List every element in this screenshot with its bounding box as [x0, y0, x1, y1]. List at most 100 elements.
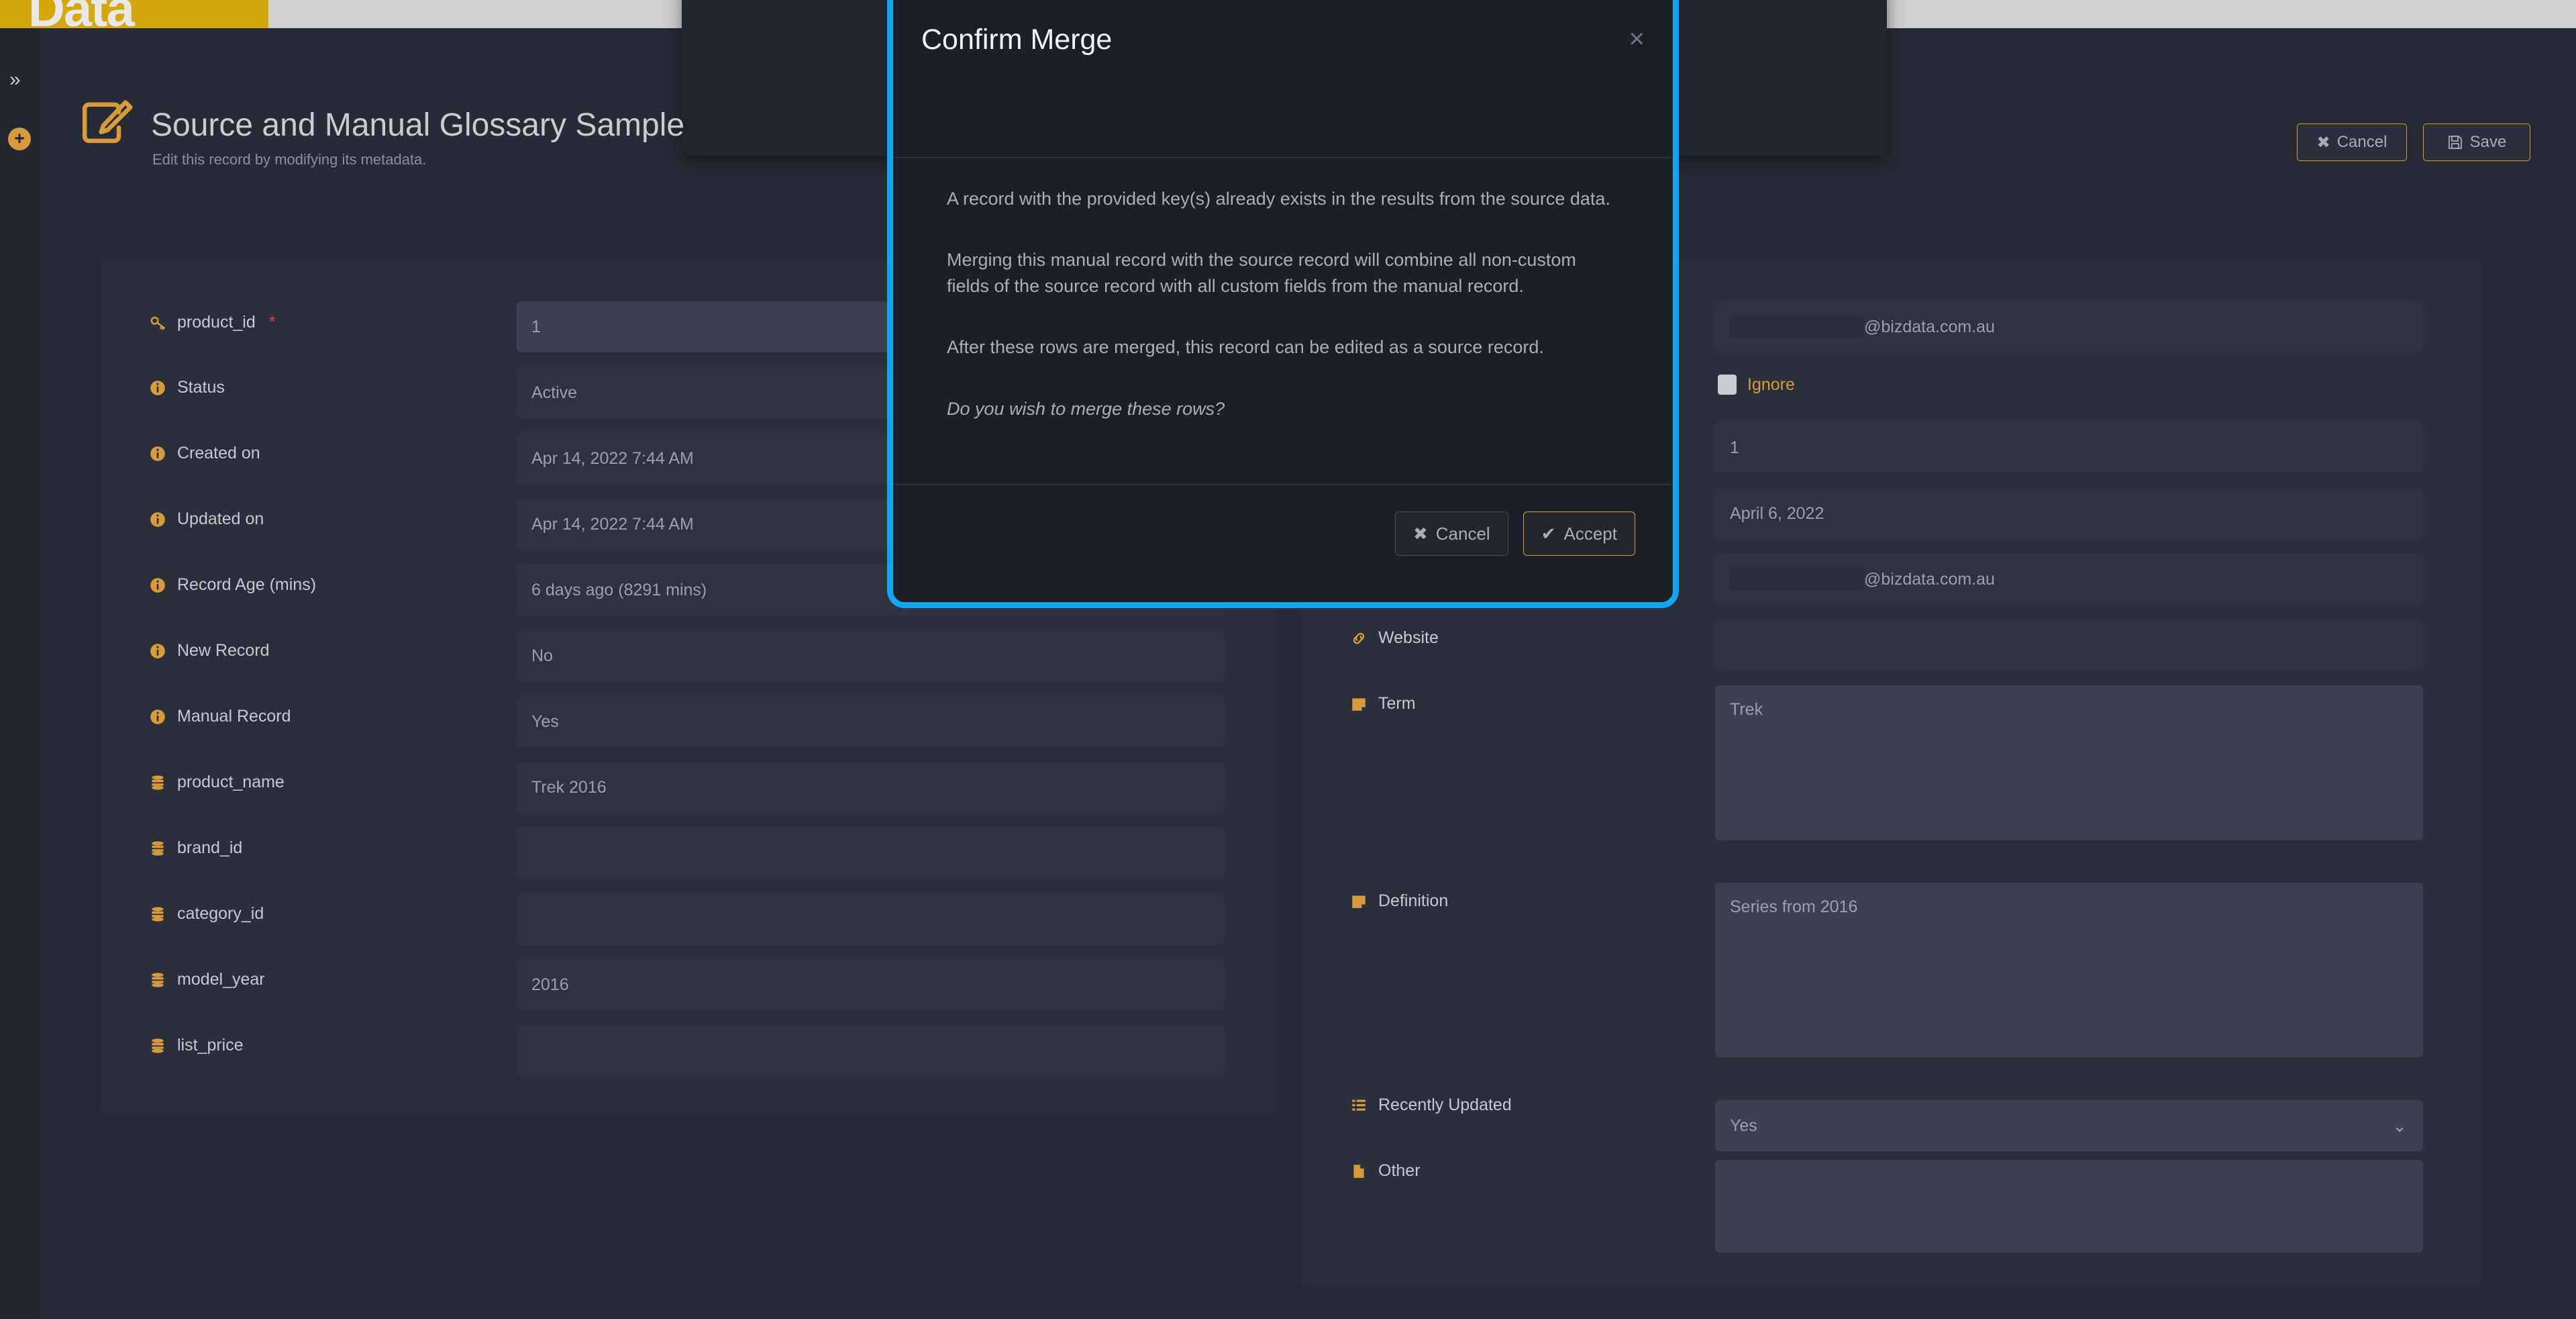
input-email-1[interactable]: @bizdata.com.au	[1715, 301, 2423, 352]
input-brand-id[interactable]	[517, 828, 1225, 879]
input-value: 6 days ago (8291 mins)	[531, 580, 707, 599]
input-value: @bizdata.com.au	[1864, 569, 1995, 589]
field-label-other: Other	[1350, 1161, 1421, 1181]
field-label-text: Manual Record	[177, 707, 291, 726]
input-date[interactable]: April 6, 2022	[1715, 488, 2423, 539]
field-label-text: product_name	[177, 773, 285, 791]
database-icon	[152, 775, 164, 790]
check-icon: ✔	[1541, 523, 1556, 544]
left-sidebar-rail: » +	[0, 28, 40, 1319]
field-label-text: Recently Updated	[1378, 1095, 1512, 1114]
input-new-record[interactable]: No	[517, 630, 1225, 681]
input-value: 2016	[531, 975, 569, 994]
input-value: April 6, 2022	[1730, 503, 1824, 523]
save-button-label: Save	[2469, 133, 2507, 151]
textarea-term[interactable]: Trek	[1715, 685, 2423, 840]
input-value: 1	[531, 317, 541, 336]
dialog-paragraph-1: A record with the provided key(s) alread…	[947, 189, 1610, 209]
input-product-name[interactable]: Trek 2016	[517, 762, 1225, 813]
input-website[interactable]	[1715, 620, 2423, 671]
field-label-list-price: list_price	[149, 1036, 244, 1055]
plus-circle-icon[interactable]: +	[8, 128, 31, 150]
dialog-header: Confirm Merge ×	[893, 0, 1673, 158]
field-label-brand-id: brand_id	[149, 838, 242, 858]
field-label-text: brand_id	[177, 838, 243, 857]
field-label-product-id: product_id *	[149, 313, 275, 332]
close-icon[interactable]: ×	[1629, 26, 1645, 52]
edit-record-icon	[82, 100, 133, 144]
field-label-website: Website	[1350, 628, 1439, 648]
file-icon	[1353, 1164, 1364, 1178]
note-icon	[1352, 895, 1366, 908]
floppy-disk-icon	[2448, 136, 2462, 149]
chevron-down-icon: ⌄	[2392, 1116, 2407, 1136]
select-recently-updated[interactable]: Yes ⌄	[1715, 1100, 2423, 1151]
field-label-text: Term	[1378, 694, 1416, 713]
input-model-year[interactable]: 2016	[517, 959, 1225, 1010]
field-label-text: model_year	[177, 970, 265, 989]
dialog-question: Do you wish to merge these rows?	[947, 398, 1225, 419]
field-label-text: Definition	[1378, 891, 1449, 910]
field-label-recently-updated: Recently Updated	[1350, 1095, 1512, 1115]
field-label-text: Website	[1378, 628, 1439, 647]
dialog-title: Confirm Merge	[921, 23, 1113, 56]
save-button[interactable]: Save	[2423, 124, 2530, 161]
double-chevron-right-icon[interactable]: »	[9, 70, 21, 90]
input-list-price[interactable]	[517, 1025, 1225, 1076]
link-icon	[1353, 632, 1365, 644]
textarea-definition[interactable]: Series from 2016	[1715, 883, 2423, 1057]
field-label-new-record: New Record	[149, 641, 270, 661]
field-label-text: Other	[1378, 1161, 1421, 1180]
input-value: @bizdata.com.au	[1864, 317, 1995, 336]
info-icon	[150, 511, 165, 527]
dialog-paragraph-2: Merging this manual record with the sour…	[947, 250, 1576, 297]
dialog-paragraph-3: After these rows are merged, this record…	[947, 337, 1544, 358]
close-x-icon: ✖	[1412, 523, 1428, 544]
field-label-model-year: model_year	[149, 970, 265, 989]
input-number[interactable]: 1	[1715, 422, 2423, 473]
ignore-checkbox-label: Ignore	[1747, 375, 1795, 394]
field-label-definition: Definition	[1350, 891, 1448, 911]
cancel-button-label: Cancel	[2336, 133, 2387, 151]
page-subtitle: Edit this record by modifying its metada…	[152, 151, 427, 168]
input-manual-record[interactable]: Yes	[517, 696, 1225, 747]
field-label-manual-record: Manual Record	[149, 707, 291, 726]
field-label-created-on: Created on	[149, 444, 260, 463]
textarea-other[interactable]	[1715, 1160, 2423, 1253]
dialog-accept-button[interactable]: ✔ Accept	[1523, 511, 1635, 556]
field-label-text: Created on	[177, 444, 260, 462]
info-icon	[150, 643, 165, 658]
ignore-checkbox[interactable]	[1718, 375, 1737, 395]
confirm-merge-dialog: Confirm Merge × A record with the provid…	[887, 0, 1679, 608]
field-label-text: Updated on	[177, 509, 264, 528]
redacted-email-prefix	[1730, 315, 1864, 338]
ignore-checkbox-row[interactable]: Ignore	[1718, 375, 1795, 395]
app-logo-block[interactable]: Data	[0, 0, 268, 38]
dialog-cancel-button[interactable]: ✖ Cancel	[1394, 511, 1508, 556]
input-value: Active	[531, 383, 578, 402]
field-label-updated-on: Updated on	[149, 509, 264, 529]
input-value: Trek 2016	[531, 777, 607, 797]
required-asterisk: *	[268, 313, 276, 332]
select-value: Yes	[1730, 1116, 1757, 1135]
field-label-text: product_id	[177, 313, 256, 332]
close-x-icon: ✖	[2316, 133, 2330, 152]
field-label-record-age: Record Age (mins)	[149, 575, 316, 595]
field-label-text: category_id	[177, 904, 264, 923]
textarea-value: Trek	[1730, 700, 1763, 719]
field-label-product-name: product_name	[149, 773, 285, 792]
database-icon	[152, 840, 164, 856]
note-icon	[1352, 697, 1366, 711]
info-icon	[150, 446, 165, 461]
cancel-button[interactable]: ✖ Cancel	[2297, 124, 2407, 161]
dialog-accept-label: Accept	[1563, 523, 1618, 544]
dialog-body: A record with the provided key(s) alread…	[893, 158, 1673, 422]
field-label-text: New Record	[177, 641, 270, 660]
dialog-cancel-label: Cancel	[1435, 523, 1490, 544]
input-value: Apr 14, 2022 7:44 AM	[531, 448, 694, 468]
database-icon	[152, 1038, 164, 1053]
input-category-id[interactable]	[517, 893, 1225, 944]
input-email-2[interactable]: @bizdata.com.au	[1715, 554, 2423, 605]
page-title: Source and Manual Glossary Sample	[151, 107, 685, 143]
textarea-value: Series from 2016	[1730, 897, 1858, 916]
